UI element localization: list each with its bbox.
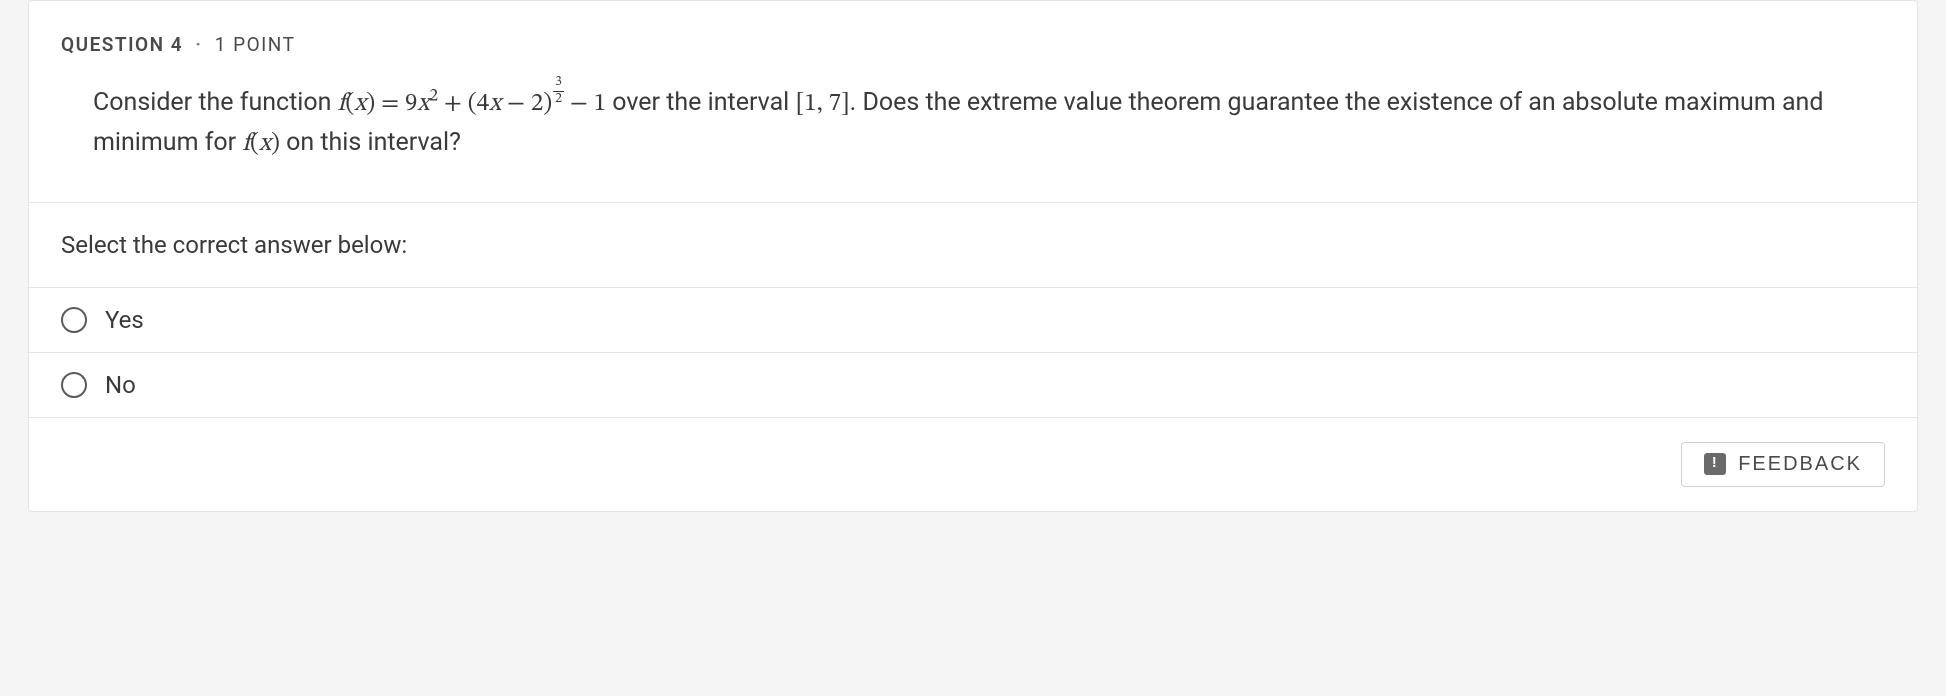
option-no[interactable]: No: [29, 352, 1917, 417]
question-header-block: QUESTION 4 · 1 POINT Consider the functi…: [29, 1, 1917, 202]
question-footer: FEEDBACK: [29, 417, 1917, 511]
question-number: QUESTION 4: [61, 33, 183, 56]
radio-icon: [61, 307, 87, 333]
feedback-button[interactable]: FEEDBACK: [1681, 442, 1885, 487]
option-label: No: [105, 371, 136, 399]
answer-prompt: Select the correct answer below:: [29, 202, 1917, 287]
math-interval: [1, 7]: [795, 91, 849, 116]
math-fx: f(x): [242, 131, 280, 156]
question-points: 1 POINT: [215, 33, 296, 56]
radio-icon: [61, 372, 87, 398]
fraction-exponent: 32: [553, 76, 564, 107]
option-yes[interactable]: Yes: [29, 287, 1917, 352]
feedback-label: FEEDBACK: [1738, 453, 1862, 476]
question-text-part: Consider the function: [93, 88, 338, 117]
question-text-part: on this interval?: [280, 128, 461, 157]
question-card: QUESTION 4 · 1 POINT Consider the functi…: [28, 0, 1918, 512]
question-body: Consider the function f(x) = 9x2 + (4x −…: [61, 56, 1885, 194]
separator-dot: ·: [195, 33, 202, 56]
math-expression: f(x) = 9x2 + (4x − 2)32 − 1: [338, 91, 606, 116]
question-text-part: over the interval: [606, 88, 795, 117]
feedback-icon: [1704, 453, 1726, 475]
question-header: QUESTION 4 · 1 POINT: [61, 33, 1885, 56]
option-label: Yes: [105, 306, 144, 334]
